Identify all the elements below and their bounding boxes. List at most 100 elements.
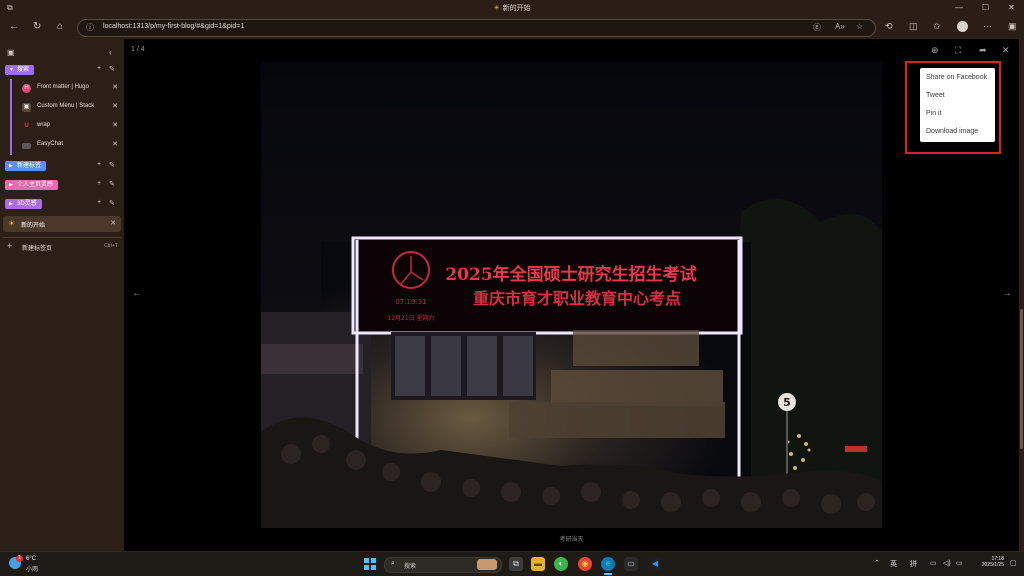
ime-mode[interactable]: 拼 (910, 559, 917, 569)
pin-it-item[interactable]: Pin it (926, 110, 942, 117)
caret-right-icon: ▶ (9, 201, 13, 207)
close-icon[interactable]: ✕ (1008, 3, 1015, 12)
battery-icon[interactable]: ▭ (956, 559, 963, 567)
sidebar-toggle-icon[interactable]: ▣ (1008, 21, 1017, 32)
image-caption: 考研当天 (559, 537, 584, 543)
translate-icon[interactable]: Ⓔ (813, 22, 821, 33)
scrollbar-thumb[interactable] (1020, 309, 1023, 449)
ime-language[interactable]: 英 (890, 559, 897, 569)
close-tab-icon[interactable]: ✕ (112, 102, 118, 110)
edit-group-icon[interactable]: ✎ (109, 161, 115, 169)
window-title: ☀ 新的开始 (493, 5, 531, 12)
home-icon[interactable]: ⌂ (57, 21, 63, 32)
clock[interactable]: 17:18 2025/1/25 (968, 556, 1004, 568)
tab-label: Front matter | Hugo (37, 84, 89, 90)
add-to-group-icon[interactable]: + (97, 161, 101, 168)
close-tab-icon[interactable]: ✕ (112, 121, 118, 129)
address-bar[interactable]: ⓘ localhost:1313/p/my-first-blog/#&gid=1… (77, 19, 876, 37)
close-viewer-icon[interactable]: ✕ (1002, 45, 1010, 56)
fullscreen-icon[interactable]: ⛶ (955, 45, 961, 56)
start-button[interactable] (364, 558, 376, 570)
chrome-icon[interactable]: ◉ (578, 557, 592, 571)
vscode-icon[interactable]: ◀ (648, 557, 662, 571)
read-aloud-icon[interactable]: A» (835, 22, 845, 31)
favorites-icon[interactable]: ✩ (933, 21, 941, 32)
tab-group-3d-inspiration[interactable]: ▶ 3D灵感 (5, 199, 42, 209)
speed-limit-sign: 5 (783, 396, 791, 409)
taskbar-search[interactable]: ⌕ 搜索 (384, 557, 502, 573)
tab-label: EasyChat (37, 141, 64, 147)
favorite-star-icon[interactable]: ☆ (856, 22, 863, 31)
edit-group-icon[interactable]: ✎ (109, 180, 115, 188)
tab-label: Custom Menu | Stack (37, 103, 95, 109)
tab-group-new-tab[interactable]: ▶ 新建标签 (5, 161, 47, 171)
add-to-group-icon[interactable]: + (97, 199, 101, 206)
notifications-icon[interactable]: ▢ (1010, 559, 1017, 567)
wrap-favicon-icon: U (22, 122, 31, 131)
zoom-icon[interactable]: ⊕ (931, 45, 939, 56)
task-view-icon[interactable]: ⧉ (509, 557, 523, 571)
close-tab-icon[interactable]: ✕ (110, 219, 116, 227)
sign-line-2: 重庆市育才职业教育中心考点 (473, 289, 681, 308)
split-screen-icon[interactable]: ◫ (909, 21, 918, 32)
tab-label: wrap (37, 122, 51, 128)
url-text[interactable]: localhost:1313/p/my-first-blog/#&gid=1&p… (103, 23, 244, 30)
volume-icon[interactable]: ◁) (943, 559, 951, 567)
sign-time: 07:19:31 (395, 298, 426, 306)
edit-group-icon[interactable]: ✎ (109, 199, 115, 207)
more-icon[interactable]: ⋯ (983, 21, 992, 32)
tab-actions-icon[interactable]: ▣ (7, 48, 15, 57)
sign-date: 12月21日 星期六 (387, 314, 434, 322)
terminal-icon[interactable]: ▭ (624, 557, 638, 571)
back-icon[interactable]: ← (9, 21, 19, 32)
next-arrow-icon[interactable]: → (1002, 288, 1012, 299)
active-tab[interactable]: ☀ 新的开始 ✕ (3, 216, 121, 232)
shortcut-hint: Ctrl+T (104, 243, 118, 249)
add-to-group-icon[interactable]: + (97, 180, 101, 187)
close-tab-icon[interactable]: ✕ (112, 140, 118, 148)
info-icon[interactable]: ⓘ (86, 22, 94, 33)
new-tab-button[interactable]: + 新建标签页 Ctrl+T (6, 241, 120, 253)
tab-item[interactable]: H Front matter | Hugo ✕ (14, 80, 120, 98)
edge-icon[interactable]: e (601, 557, 615, 571)
weather-temp[interactable]: 6°C (26, 556, 36, 562)
collapse-icon[interactable]: ‹ (109, 48, 112, 57)
network-icon[interactable]: ▭ (930, 559, 937, 567)
group-branch-line (10, 79, 12, 155)
share-icon[interactable]: ➦ (979, 45, 987, 56)
avatar[interactable] (957, 21, 968, 32)
image-counter: 1 / 4 (131, 46, 145, 53)
app-icon[interactable]: ◐ (554, 557, 568, 571)
search-placeholder: 搜索 (404, 564, 417, 570)
taskbar: 1 6°C 小雨 ⌕ 搜索 ⧉ ▬ ◐ ◉ e ▭ ◀ ⌃ 英 拼 ▭ ◁) ▭… (0, 551, 1024, 576)
extensions-icon[interactable]: ⟲ (885, 21, 893, 32)
refresh-icon[interactable]: ↻ (33, 21, 41, 32)
scrollbar[interactable] (1019, 39, 1024, 551)
tweet-item[interactable]: Tweet (926, 92, 945, 99)
tab-item[interactable]: EasyChat ✕ (14, 137, 120, 155)
title-bar: ⧉ ☀ 新的开始 — ☐ ✕ (0, 0, 1024, 17)
tab-group-search[interactable]: ▼ 搜索 (5, 65, 35, 75)
share-facebook-item[interactable]: Share on Facebook (926, 74, 987, 81)
file-explorer-icon[interactable]: ▬ (531, 557, 545, 571)
close-tab-icon[interactable]: ✕ (112, 83, 118, 91)
easychat-favicon-icon (22, 143, 31, 149)
minimize-icon[interactable]: — (955, 3, 963, 12)
chevron-up-icon[interactable]: ⌃ (874, 559, 880, 567)
download-image-item[interactable]: Download image (926, 128, 978, 135)
edit-group-icon[interactable]: ✎ (109, 65, 115, 73)
vertical-tabs-sidebar: ▣ ‹ ▼ 搜索 + ✎ H Front matter | Hugo ✕ ▣ Cu… (0, 39, 124, 551)
weather-condition[interactable]: 小雨 (26, 564, 38, 573)
search-icon: ⌕ (391, 560, 395, 567)
tab-group-homepage-inspiration[interactable]: ▶ 个人主页灵感 (5, 180, 59, 190)
lightbox-viewer: 1 / 4 ⊕ ⛶ ➦ ✕ ← → 2025年全国硕士研究生招生考试 重庆市育才… (124, 39, 1019, 551)
caret-right-icon: ▶ (9, 182, 13, 188)
tab-label: 新的开始 (21, 223, 46, 229)
maximize-icon[interactable]: ☐ (982, 3, 989, 12)
search-highlight-image (477, 559, 497, 570)
hugo-favicon-icon: H (22, 84, 31, 93)
add-to-group-icon[interactable]: + (97, 65, 101, 72)
tab-item[interactable]: ▣ Custom Menu | Stack ✕ (14, 99, 120, 117)
tab-item[interactable]: U wrap ✕ (14, 118, 120, 136)
prev-arrow-icon[interactable]: ← (132, 288, 142, 299)
